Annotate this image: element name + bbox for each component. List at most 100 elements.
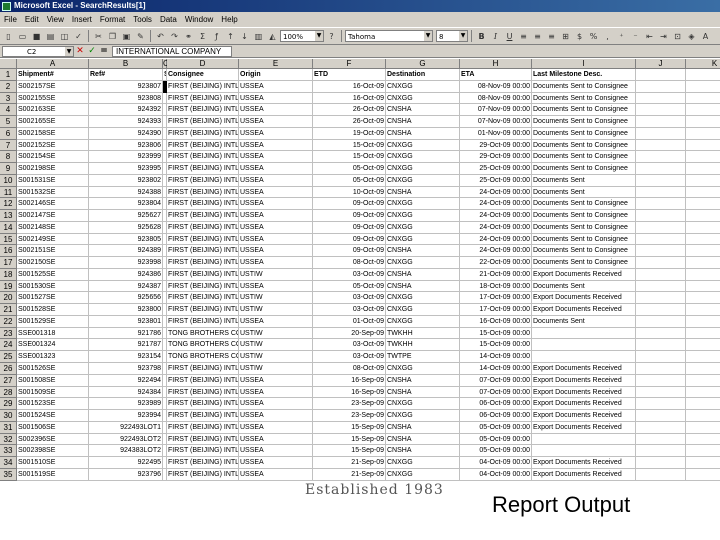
table-cell[interactable]: CNXGG	[386, 139, 460, 152]
table-cell[interactable]: 924386	[89, 268, 163, 281]
table-cell[interactable]: 922493LOT1	[89, 421, 163, 434]
table-cell[interactable]: USSEA	[239, 410, 313, 422]
table-cell[interactable]	[686, 398, 720, 411]
row-header[interactable]: 35	[0, 468, 17, 481]
table-cell[interactable]: 923796	[89, 468, 163, 481]
row-header[interactable]: 1	[0, 69, 17, 81]
new-icon[interactable]: ▯	[2, 30, 15, 43]
row-header[interactable]: 12	[0, 198, 17, 211]
table-cell[interactable]: FIRST (BEIJING) INTL	[167, 292, 239, 305]
table-cell[interactable]: S002155SE	[17, 92, 89, 105]
table-cell[interactable]: 06-Oct-09 00:00	[460, 398, 532, 411]
table-cell[interactable]: 21-Oct-09 00:00	[460, 268, 532, 281]
table-cell[interactable]	[636, 151, 686, 164]
table-cell[interactable]: USSEA	[239, 127, 313, 140]
table-cell[interactable]: FIRST (BEIJING) INTL	[167, 363, 239, 375]
redo-icon[interactable]: ↷	[168, 30, 181, 43]
table-cell[interactable]: 24-Oct-09 00:00	[460, 198, 532, 211]
table-cell[interactable]: FIRST (BEIJING) INTL	[167, 151, 239, 164]
table-cell[interactable]: S002396SE	[17, 433, 89, 446]
enter-icon[interactable]: ✓	[86, 46, 98, 56]
table-cell[interactable]: 09-Oct-09	[313, 245, 386, 258]
table-cell[interactable]: 24-Oct-09 00:00	[460, 210, 532, 222]
table-cell[interactable]: 29-Oct-09 00:00	[460, 151, 532, 164]
table-cell[interactable]	[686, 128, 720, 140]
table-cell[interactable]: 06-Oct-09 00:00	[460, 410, 532, 422]
table-cell[interactable]	[636, 221, 686, 234]
table-cell[interactable]: FIRST (BEIJING) INTL	[167, 268, 239, 281]
table-cell[interactable]	[532, 339, 636, 352]
table-cell[interactable]: 924387	[89, 280, 163, 293]
table-cell[interactable]: 923994	[89, 410, 163, 422]
row-header[interactable]: 27	[0, 374, 17, 387]
table-cell[interactable]	[686, 281, 720, 293]
table-cell[interactable]	[636, 245, 686, 258]
row-header[interactable]: 2	[0, 80, 17, 93]
table-cell[interactable]	[532, 351, 636, 363]
table-cell[interactable]: S001530SE	[17, 280, 89, 293]
table-cell[interactable]: Export Documents Received	[532, 457, 636, 469]
table-cell[interactable]	[686, 304, 720, 316]
align-center-icon[interactable]: ≡	[531, 30, 544, 43]
table-cell[interactable]: 14-Oct-09 00:00	[460, 363, 532, 375]
table-cell[interactable]: 925627	[89, 210, 163, 222]
row-header[interactable]: 29	[0, 398, 17, 411]
table-cell[interactable]: Export Documents Received	[532, 410, 636, 422]
row-header[interactable]: 31	[0, 421, 17, 434]
table-cell[interactable]: 04-Oct-09 00:00	[460, 457, 532, 469]
table-cell[interactable]: CNXGG	[386, 198, 460, 211]
column-header-k[interactable]: K	[686, 59, 720, 69]
function-icon[interactable]: ƒ	[210, 30, 223, 43]
table-cell[interactable]	[636, 163, 686, 175]
table-cell[interactable]	[686, 163, 720, 175]
header-cell[interactable]: ETA	[460, 69, 532, 81]
table-cell[interactable]: USSEA	[239, 92, 313, 105]
menu-view[interactable]: View	[43, 12, 68, 27]
table-cell[interactable]: 923800	[89, 304, 163, 316]
table-cell[interactable]: Export Documents Received	[532, 421, 636, 434]
table-cell[interactable]	[686, 210, 720, 222]
table-cell[interactable]	[636, 268, 686, 281]
italic-icon[interactable]: I	[489, 30, 502, 43]
table-cell[interactable]: 924389	[89, 245, 163, 258]
table-cell[interactable]: USSEA	[239, 116, 313, 128]
table-cell[interactable]: 09-Oct-09	[313, 233, 386, 246]
table-cell[interactable]	[686, 445, 720, 458]
worksheet-grid[interactable]: ABCDEFGHIJK1Shipment#Ref#SConsigneeOrigi…	[0, 59, 720, 485]
menu-format[interactable]: Format	[96, 12, 129, 27]
table-cell[interactable]: S001529SE	[17, 315, 89, 328]
table-cell[interactable]: CNXGG	[386, 257, 460, 269]
table-cell[interactable]: SSE001324	[17, 339, 89, 352]
table-cell[interactable]: 16-Oct-09 00:00	[460, 315, 532, 328]
table-cell[interactable]	[686, 292, 720, 305]
column-header-a[interactable]: A	[17, 59, 89, 69]
table-cell[interactable]: CNXGG	[386, 457, 460, 469]
table-cell[interactable]	[686, 469, 720, 481]
table-cell[interactable]: 924392	[89, 104, 163, 117]
table-cell[interactable]: USSEA	[239, 315, 313, 328]
table-cell[interactable]: Export Documents Received	[532, 374, 636, 387]
table-cell[interactable]: USSEA	[239, 468, 313, 481]
table-cell[interactable]: 923999	[89, 151, 163, 164]
table-cell[interactable]: USSEA	[239, 221, 313, 234]
table-cell[interactable]: CNSHA	[386, 421, 460, 434]
table-cell[interactable]	[686, 234, 720, 246]
table-cell[interactable]	[686, 151, 720, 164]
table-cell[interactable]	[636, 304, 686, 316]
table-cell[interactable]: 05-Oct-09 00:00	[460, 433, 532, 446]
table-cell[interactable]: 924383LOT2	[89, 445, 163, 458]
table-cell[interactable]: 922494	[89, 374, 163, 387]
table-cell[interactable]: FIRST (BEIJING) INTL	[167, 386, 239, 399]
table-cell[interactable]: 14-Oct-09 00:00	[460, 351, 532, 363]
table-cell[interactable]: Documents Sent to Consignee	[532, 116, 636, 128]
table-cell[interactable]: 16-Sep-09	[313, 386, 386, 399]
align-left-icon[interactable]: ≡	[517, 30, 530, 43]
table-cell[interactable]: 923807	[89, 80, 163, 93]
row-header[interactable]: 15	[0, 233, 17, 246]
table-cell[interactable]: CNXGG	[386, 304, 460, 316]
row-header[interactable]: 10	[0, 174, 17, 187]
table-cell[interactable]: 923804	[89, 198, 163, 211]
font-select[interactable]: Tahoma ▼	[345, 30, 433, 42]
table-cell[interactable]: 925628	[89, 221, 163, 234]
name-box[interactable]: C2 ▼	[2, 45, 74, 57]
